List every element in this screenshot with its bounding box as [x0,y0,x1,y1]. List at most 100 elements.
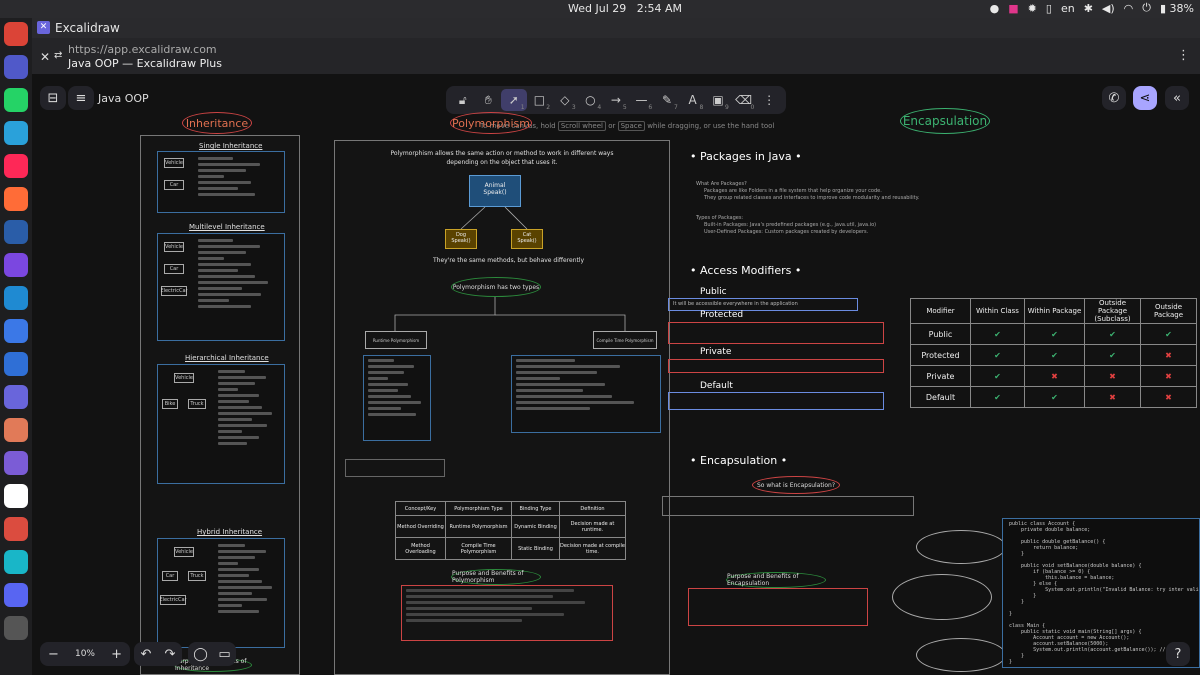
private-desc [668,359,884,373]
protected-label: Protected [700,310,744,320]
rectangle-tool-icon[interactable]: □ 2 [527,89,553,111]
excalidraw-icon[interactable] [4,385,28,409]
access-modifiers-heading: • Access Modifiers • [690,264,802,277]
zoom-controls: − 10% + [40,642,130,666]
todoist-icon[interactable] [4,517,28,541]
zoom-out-button[interactable]: − [48,647,59,662]
call-icon[interactable]: ✆ [1102,86,1126,110]
inheritance-panel[interactable]: Single Inheritance Vehicle Car Multileve… [140,135,300,675]
default-label: Default [700,381,733,391]
code-line: System.out.println("Invalid Balance: try… [1045,587,1199,593]
table-row: Public ✔ ✔ ✔ ✔ [910,323,1197,345]
intellij-icon[interactable] [4,154,28,178]
os-clock[interactable]: Wed Jul 29 2:54 AM [568,2,682,15]
brightness-icon[interactable]: ✹ [1028,2,1037,15]
chrome-icon[interactable] [4,22,28,46]
annotation-bubble [916,638,1006,672]
diamond-tool-icon[interactable]: ◇ 3 [552,89,578,111]
compile-time-polymorphism-box[interactable]: Compile Time Polymorphism [593,331,657,349]
discord-icon[interactable] [4,583,28,607]
annotation-bubble [916,530,1006,564]
compile-notes [511,443,661,457]
vscode-icon[interactable] [4,286,28,310]
android-studio-icon[interactable] [4,319,28,343]
whatsapp-icon[interactable] [4,88,28,112]
class-vehicle: Vehicle [174,547,194,557]
public-desc: It will be accessible everywhere in the … [668,298,858,311]
postman-icon[interactable] [4,187,28,211]
presentation-icon[interactable]: ▭ [218,647,230,662]
app-indicator-icon[interactable]: ■ [1008,2,1018,15]
wifi-icon[interactable]: ◠ [1124,2,1134,15]
help-button[interactable]: ? [1166,642,1190,666]
git-icon[interactable] [4,220,28,244]
encapsulation-title[interactable]: Encapsulation [900,108,990,134]
document-name[interactable]: Java OOP [98,92,149,105]
sidebar-toggle-icon[interactable]: « [1165,86,1189,110]
mongodb-compass-icon[interactable] [4,352,28,376]
redo-icon[interactable]: ↷ [165,647,176,662]
battery-indicator[interactable]: ▮ 38% [1160,2,1194,15]
polymorphism-benefits-pill[interactable]: Purpose and Benefits of Polymorphism [451,569,541,585]
volume-icon[interactable]: ◀) [1102,2,1115,15]
single-code-block: Vehicle Car [157,151,285,213]
ellipse-tool-icon[interactable]: ○ 4 [578,89,604,111]
encapsulation-benefits-pill[interactable]: Purpose and Benefits of Encapsulation [726,572,826,588]
encapsulation-desc-box [662,496,914,516]
excalidraw-canvas[interactable]: ⊟ ≡ Java OOP 🔓︎ ✋︎ ➚ 1 □ 2 ◇ 3 ○ 4 → 5 —6 ✎ 7 … [32,74,1200,675]
comment-icon[interactable]: ◯ [193,647,208,662]
public-label: Public [700,287,727,297]
language-indicator[interactable]: en [1061,2,1075,15]
hand-tool-icon[interactable]: ✋︎ [476,89,502,111]
site-settings-icon[interactable]: ⇄ [54,50,62,61]
private-label: Private [700,347,732,357]
close-icon[interactable]: ✕ [40,50,50,64]
selection-tool-icon[interactable]: ➚ 1 [501,89,527,111]
arrow-tool-icon[interactable]: → 5 [603,89,629,111]
inheritance-title[interactable]: Inheritance [182,112,252,134]
zoom-level[interactable]: 10% [75,649,95,659]
undo-icon[interactable]: ↶ [141,647,152,662]
power-icon[interactable]: ⏻ [1142,1,1151,15]
bluetooth-icon[interactable]: ✱ [1084,2,1093,15]
pencil-tool-icon[interactable]: ✎ 7 [654,89,680,111]
polymorphism-panel[interactable]: Polymorphism allows the same action or m… [334,140,670,675]
annotation-bubble [892,574,992,620]
class-electric-car: ElectricCar [159,595,187,605]
claude-icon[interactable] [4,418,28,442]
single-inheritance-heading: Single Inheritance [199,142,263,150]
image-tool-icon[interactable]: ▣ 9 [705,89,731,111]
comments-controls: ◯ ▭ [188,642,236,666]
zoom-in-button[interactable]: + [111,647,122,662]
canva-icon[interactable] [4,550,28,574]
notion-icon[interactable] [4,484,28,508]
window-title-bar: ✕ Excalidraw [32,18,1200,38]
protected-desc [668,322,884,344]
more-options-icon[interactable]: ⋮ [1177,48,1190,63]
lock-icon[interactable]: 🔓︎ [450,89,476,111]
url-text[interactable]: https://app.excalidraw.com [68,43,217,56]
pwa-url-bar: ✕ ⇄ https://app.excalidraw.com Java OOP … [32,38,1200,74]
obsidian-icon[interactable] [4,451,28,475]
polymorphism-title[interactable]: Polymorphism [450,112,532,134]
status-dot-icon[interactable]: ● [990,2,1000,15]
text-tool-icon[interactable]: A8 [680,89,706,111]
main-menu-button[interactable]: ≡ [68,86,94,110]
share-button[interactable]: ⋖ [1133,86,1157,110]
clipboard-icon[interactable]: ▯ [1046,2,1052,15]
polymorphism-caption: They're the same methods, but behave dif… [433,257,585,264]
runtime-polymorphism-box[interactable]: Runtime Polymorphism [365,331,427,349]
telegram-icon[interactable] [4,121,28,145]
polymorphism-table: Concept/Key Polymorphism Type Binding Ty… [395,501,626,560]
what-is-encapsulation-pill[interactable]: So what is Encapsulation? [752,476,840,494]
app-grid-icon[interactable] [4,616,28,640]
app-dock [0,18,32,675]
datagrip-icon[interactable] [4,253,28,277]
more-tools-icon[interactable]: ⋮ [756,89,782,111]
teams-icon[interactable] [4,55,28,79]
excalidraw-logo-icon: ✕ [37,21,50,34]
line-tool-icon[interactable]: —6 [629,89,655,111]
library-toggle-button[interactable]: ⊟ [40,86,66,110]
runtime-notes [345,459,445,477]
eraser-tool-icon[interactable]: ⌫ 0 [731,89,757,111]
